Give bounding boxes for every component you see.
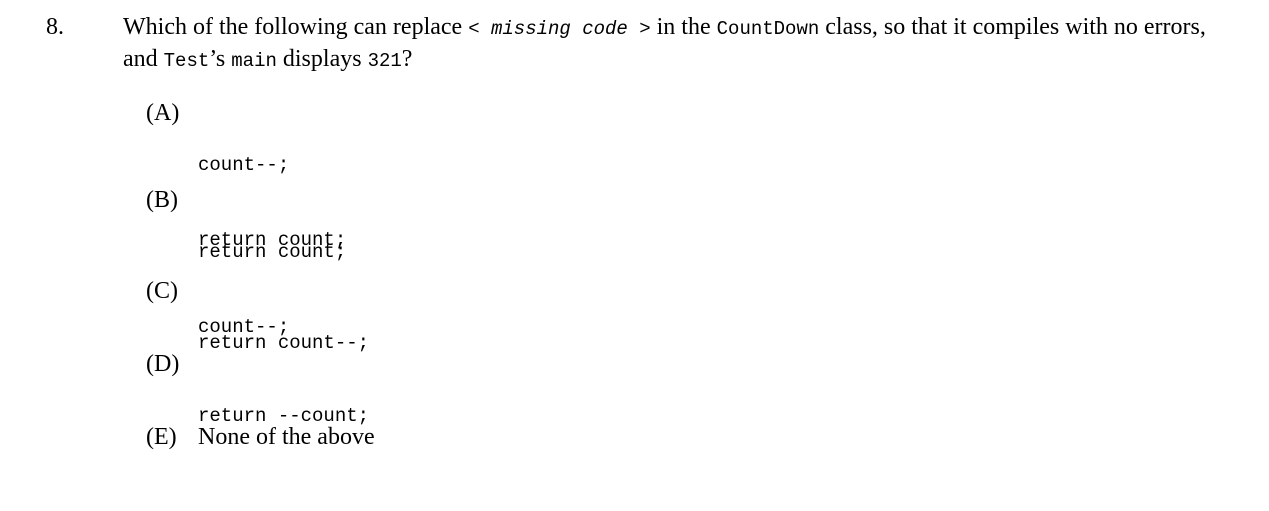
choice-b-line-1: return count; (198, 241, 347, 263)
prompt-text-6: ? (401, 46, 413, 72)
choice-c-line-1: return count--; (198, 332, 370, 354)
prompt-text-5: displays (276, 46, 368, 72)
choice-a-line-1: count--; (198, 154, 290, 176)
question-page: 8. Which of the following can replace < … (0, 0, 1269, 511)
choice-e-text: None of the above (198, 424, 375, 450)
output-value-code: 321 (367, 50, 402, 72)
test-class-code: Test (163, 50, 210, 72)
class-name-code: CountDown (716, 18, 820, 40)
question-prompt: Which of the following can replace < mis… (123, 12, 1233, 76)
missing-open-bracket: < (468, 18, 480, 40)
choice-e-letter: (E) (146, 424, 177, 450)
choice-d-letter: (D) (146, 351, 180, 377)
choice-c-letter: (C) (146, 278, 178, 304)
question-number: 8. (46, 14, 64, 40)
main-method-code: main (231, 50, 277, 72)
prompt-text-1: Which of the following can replace (123, 14, 469, 40)
missing-code-placeholder: missing code (479, 18, 640, 40)
prompt-text-4: ’s (209, 46, 232, 72)
choice-b-letter: (B) (146, 187, 178, 213)
choice-a-letter: (A) (146, 100, 180, 126)
prompt-text-2: in the (650, 14, 717, 40)
choice-d-code: return --count; (198, 354, 369, 479)
missing-close-bracket: > (639, 18, 651, 40)
